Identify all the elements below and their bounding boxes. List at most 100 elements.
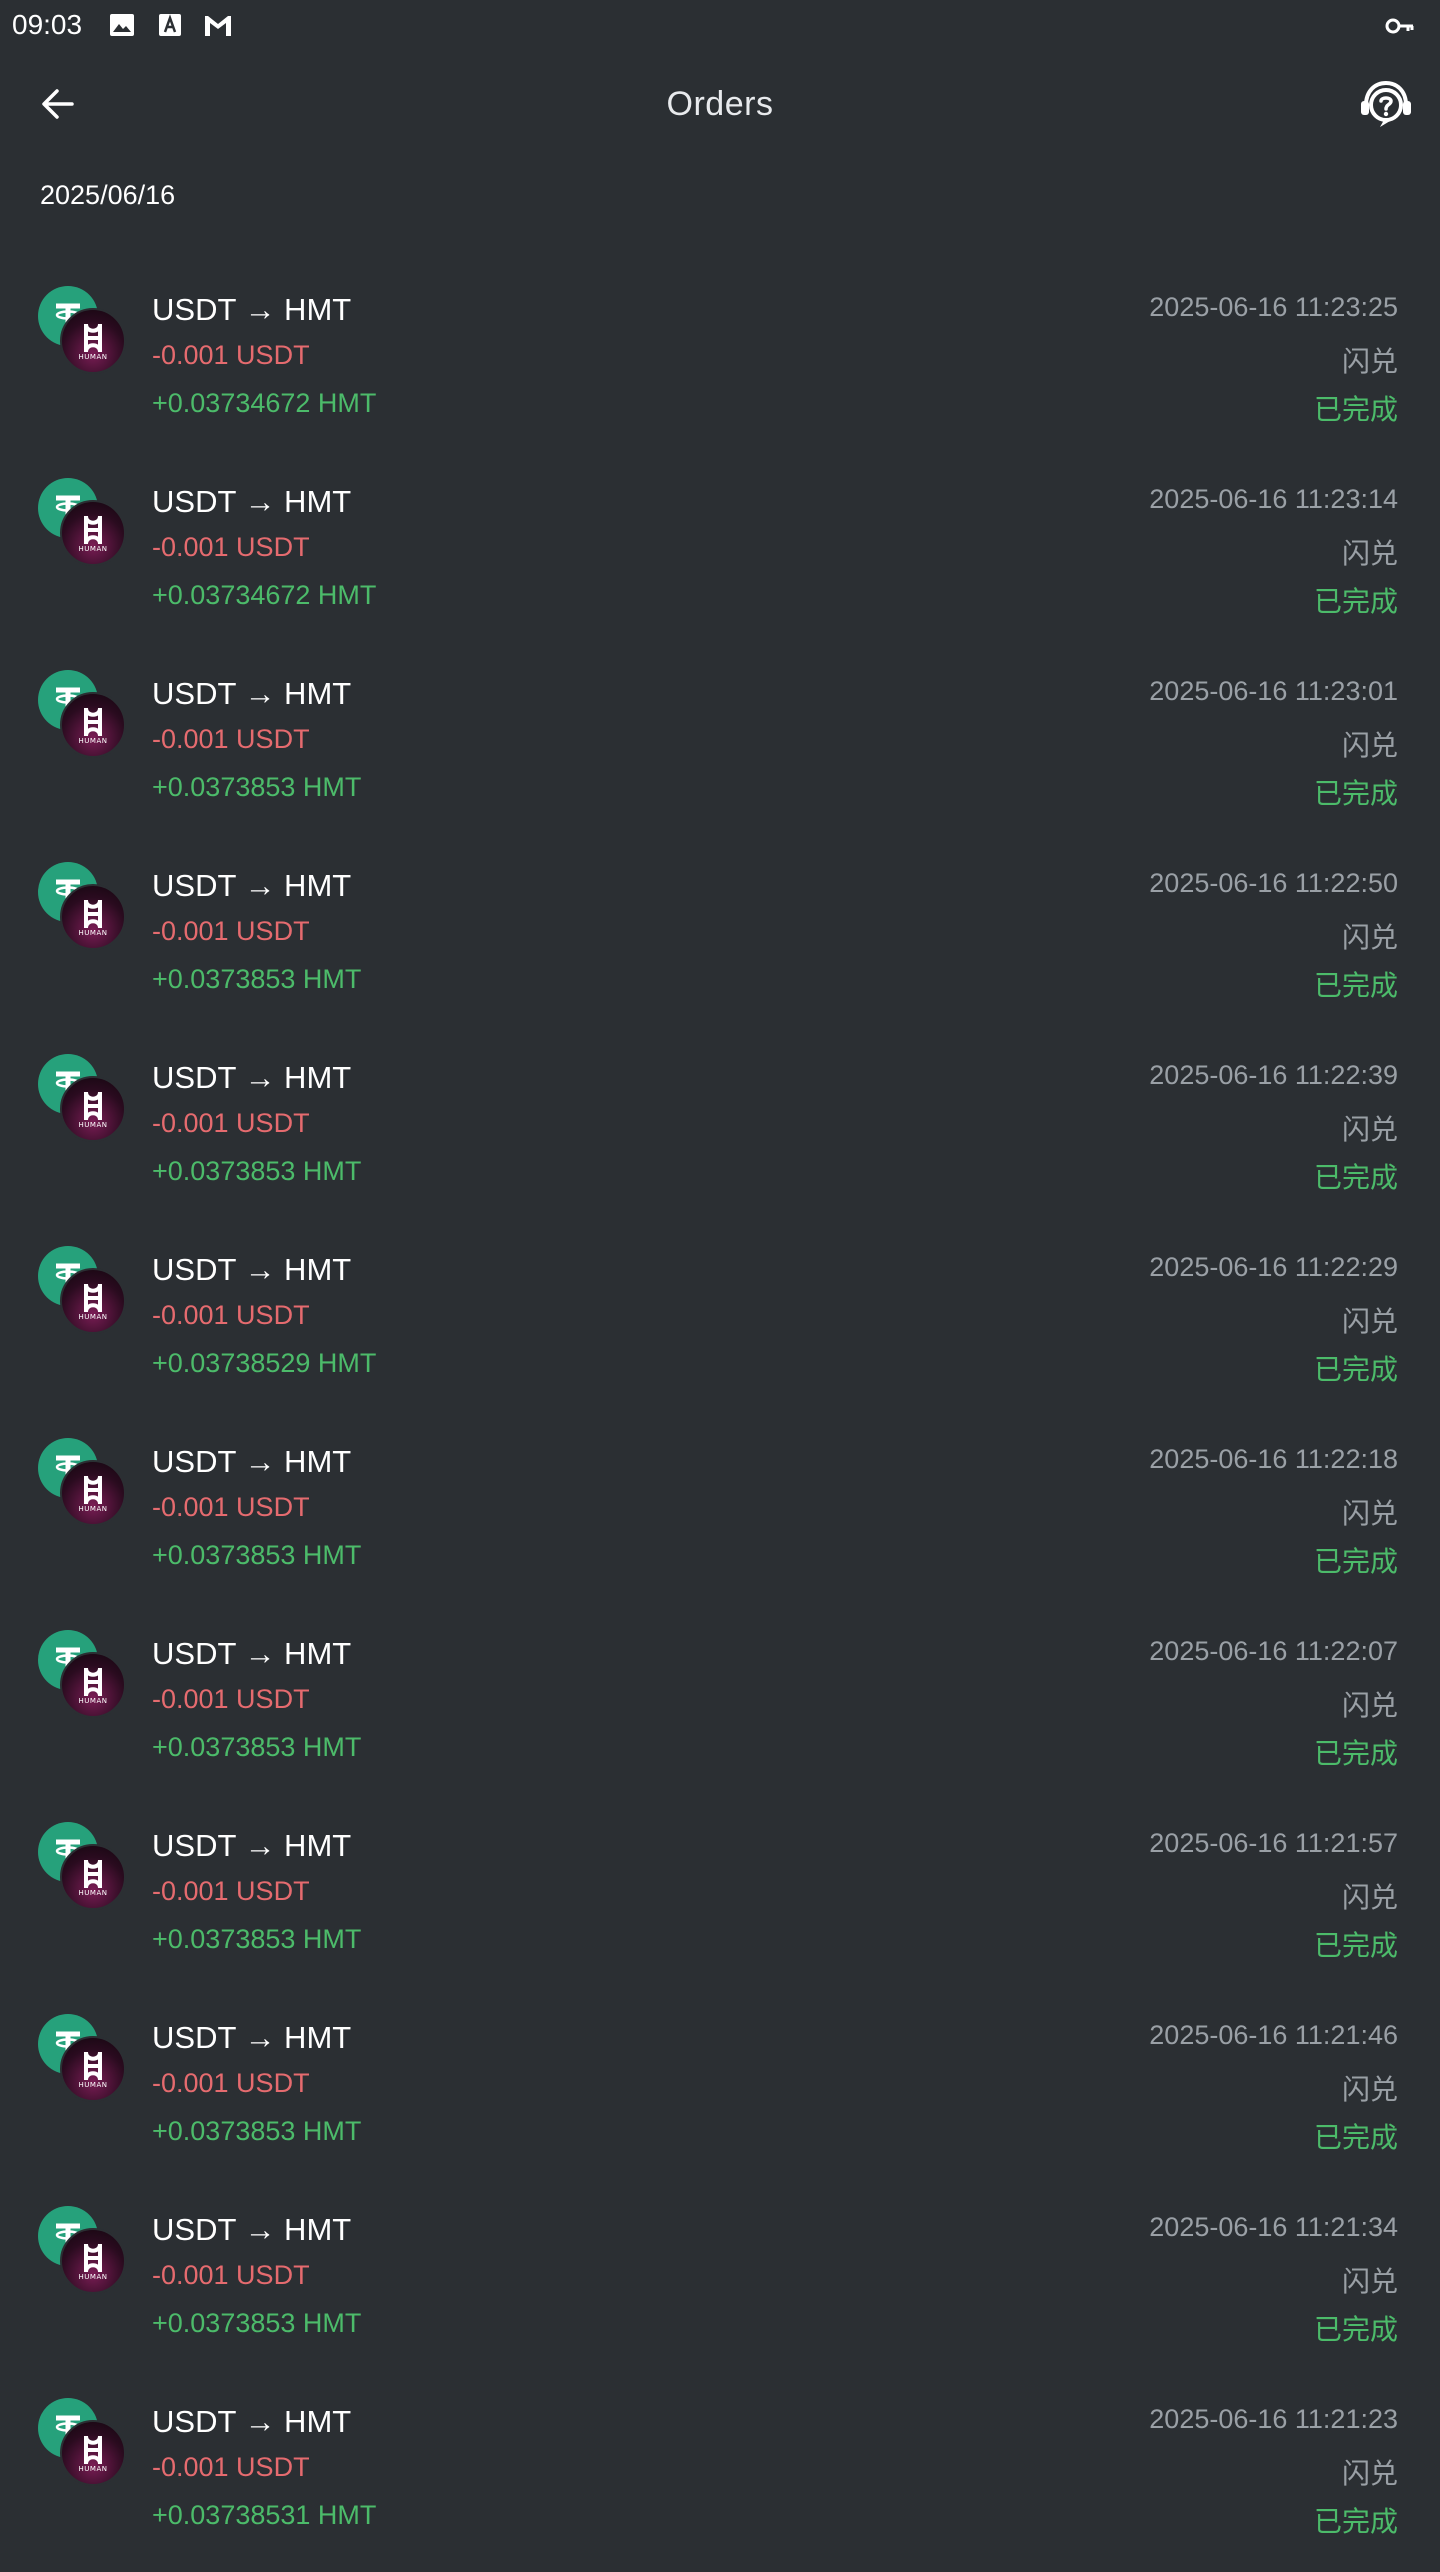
order-type: 闪兑 [1341,2458,1398,2489]
order-amount-out: -0.001 USDT [152,1108,310,1138]
order-type: 闪兑 [1341,346,1398,377]
order-time: 2025-06-16 11:21:57 [1149,1828,1398,1858]
order-type: 闪兑 [1341,538,1398,569]
coin-pair-avatar: HUMAN [38,1054,130,1146]
coin-pair-avatar: HUMAN [38,1630,130,1722]
order-pair: USDT → HMT [152,2404,352,2439]
order-amount-out: -0.001 USDT [152,532,310,562]
order-pair: USDT → HMT [152,676,352,711]
hmt-coin-icon: HUMAN [60,692,126,758]
order-amount-out: -0.001 USDT [152,916,310,946]
order-amount-out: -0.001 USDT [152,2452,310,2482]
order-pair: USDT → HMT [152,2212,352,2247]
order-time: 2025-06-16 11:22:29 [1149,1252,1398,1282]
hmt-coin-icon: HUMAN [60,1652,126,1718]
order-status: 已完成 [1313,2314,1398,2345]
order-row[interactable]: HUMAN USDT → HMT -0.001 USDT +0.0373853 … [0,844,1440,1036]
hmt-coin-icon: HUMAN [60,2420,126,2486]
order-time: 2025-06-16 11:23:14 [1149,484,1398,514]
order-status: 已完成 [1313,1162,1398,1193]
order-status: 已完成 [1313,2506,1398,2537]
order-list: HUMAN USDT → HMT -0.001 USDT +0.03734672… [0,268,1440,2572]
hmt-coin-icon: HUMAN [60,884,126,950]
key-icon [1384,10,1416,42]
order-amount-out: -0.001 USDT [152,2068,310,2098]
coin-pair-avatar: HUMAN [38,2206,130,2298]
hmt-coin-icon: HUMAN [60,2228,126,2294]
order-amount-in: +0.03738531 HMT [152,2500,377,2530]
order-type: 闪兑 [1341,1690,1398,1721]
order-time: 2025-06-16 11:21:46 [1149,2020,1398,2050]
hmt-coin-icon: HUMAN [60,2036,126,2102]
order-status: 已完成 [1313,394,1398,425]
order-pair: USDT → HMT [152,1252,352,1287]
order-pair: USDT → HMT [152,868,352,903]
order-pair: USDT → HMT [152,1060,352,1095]
coin-pair-avatar: HUMAN [38,2014,130,2106]
order-row[interactable]: HUMAN USDT → HMT -0.001 USDT +0.0373853 … [0,1036,1440,1228]
order-amount-in: +0.0373853 HMT [152,1156,362,1186]
order-amount-out: -0.001 USDT [152,1876,310,1906]
order-row[interactable]: HUMAN USDT → HMT -0.001 USDT +0.0373853 … [0,1612,1440,1804]
order-pair: USDT → HMT [152,484,352,519]
order-row[interactable]: HUMAN USDT → HMT -0.001 USDT +0.03734672… [0,268,1440,460]
order-status: 已完成 [1313,778,1398,809]
coin-pair-avatar: HUMAN [38,1822,130,1914]
help-button[interactable] [1356,74,1416,134]
coin-pair-avatar: HUMAN [38,2398,130,2490]
order-amount-out: -0.001 USDT [152,340,310,370]
order-pair: USDT → HMT [152,1828,352,1863]
order-status: 已完成 [1313,970,1398,1001]
order-type: 闪兑 [1341,2266,1398,2297]
hmt-coin-icon: HUMAN [60,500,126,566]
order-status: 已完成 [1313,2122,1398,2153]
coin-pair-avatar: HUMAN [38,670,130,762]
order-pair: USDT → HMT [152,1444,352,1479]
back-button[interactable] [30,76,86,132]
order-status: 已完成 [1313,1354,1398,1385]
order-row[interactable]: HUMAN USDT → HMT -0.001 USDT +0.03734672… [0,460,1440,652]
order-amount-in: +0.0373853 HMT [152,2116,362,2146]
order-row[interactable]: HUMAN USDT → HMT -0.001 USDT +0.0373853 … [0,652,1440,844]
image-icon [106,9,138,41]
coin-pair-avatar: HUMAN [38,286,130,378]
order-amount-in: +0.03738529 HMT [152,1348,377,1378]
coin-pair-avatar: HUMAN [38,1438,130,1530]
order-time: 2025-06-16 11:21:34 [1149,2212,1398,2242]
order-time: 2025-06-16 11:23:01 [1149,676,1398,706]
order-amount-in: +0.03734672 HMT [152,580,377,610]
order-row[interactable]: HUMAN USDT → HMT -0.001 USDT +0.0373853 … [0,1996,1440,2188]
hmt-coin-icon: HUMAN [60,1460,126,1526]
order-row[interactable]: HUMAN USDT → HMT -0.001 USDT +0.03738529… [0,1228,1440,1420]
order-pair: USDT → HMT [152,1636,352,1671]
order-row[interactable]: HUMAN USDT → HMT -0.001 USDT +0.0373853 … [0,1420,1440,1612]
order-time: 2025-06-16 11:22:18 [1149,1444,1398,1474]
app-bar: Orders [0,60,1440,148]
order-time: 2025-06-16 11:22:07 [1149,1636,1398,1666]
order-type: 闪兑 [1341,1498,1398,1529]
order-type: 闪兑 [1341,730,1398,761]
hmt-coin-icon: HUMAN [60,1268,126,1334]
order-row[interactable]: HUMAN USDT → HMT -0.001 USDT +0.0373853 … [0,2188,1440,2380]
status-time: 09:03 [12,9,83,40]
order-pair: USDT → HMT [152,2020,352,2055]
order-amount-in: +0.0373853 HMT [152,1924,362,1954]
coin-pair-avatar: HUMAN [38,862,130,954]
order-row[interactable]: HUMAN USDT → HMT -0.001 USDT +0.0373853 … [0,1804,1440,1996]
hmt-coin-icon: HUMAN [60,308,126,374]
order-status: 已完成 [1313,1546,1398,1577]
order-amount-in: +0.0373853 HMT [152,2308,362,2338]
order-time: 2025-06-16 11:23:25 [1149,292,1398,322]
coin-pair-avatar: HUMAN [38,1246,130,1338]
order-amount-in: +0.0373853 HMT [152,1732,362,1762]
order-amount-out: -0.001 USDT [152,2260,310,2290]
order-row[interactable]: HUMAN USDT → HMT -0.001 USDT +0.03738531… [0,2380,1440,2572]
order-status: 已完成 [1313,1930,1398,1961]
arrow-left-icon [42,89,74,119]
order-time: 2025-06-16 11:22:39 [1149,1060,1398,1090]
order-status: 已完成 [1313,1738,1398,1769]
hmt-coin-icon: HUMAN [60,1076,126,1142]
order-type: 闪兑 [1341,922,1398,953]
hmt-coin-icon: HUMAN [60,1844,126,1910]
order-amount-in: +0.0373853 HMT [152,1540,362,1570]
